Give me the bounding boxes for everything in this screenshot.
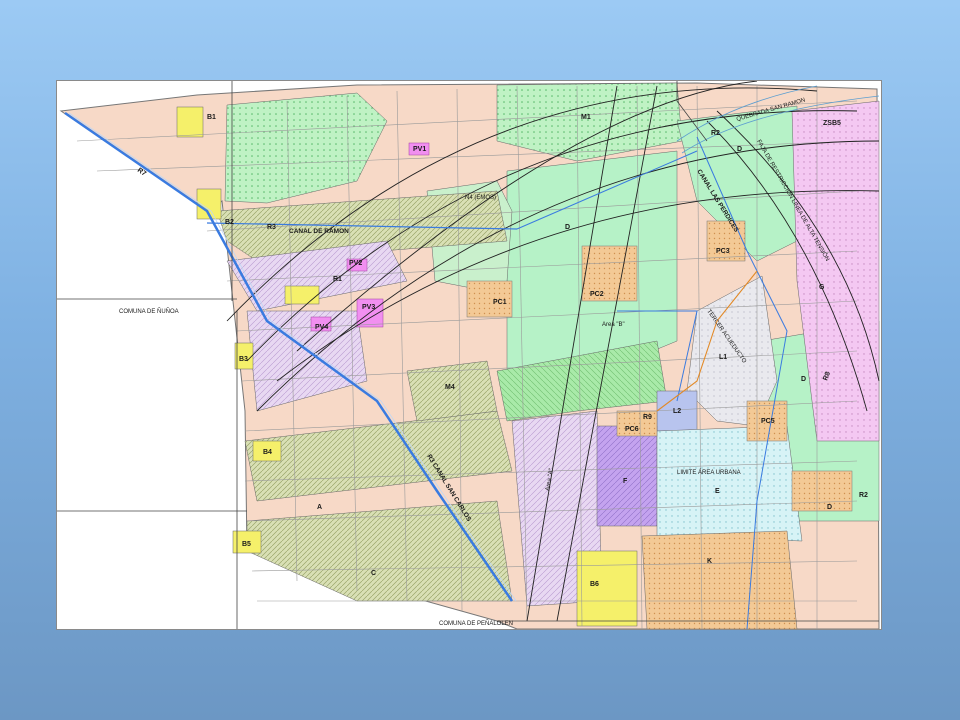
zone-b1: B1 xyxy=(207,114,216,121)
zoning-map: COMUNA DE ÑUÑOA COMUNA DE PEÑALOLEN CANA… xyxy=(56,80,882,630)
zone-m1: M1 xyxy=(581,114,591,121)
zone-f: F xyxy=(623,478,628,485)
zone-pc2: PC2 xyxy=(590,291,604,298)
zone-d4: D xyxy=(827,504,832,511)
zone-g: G xyxy=(819,284,825,291)
zone-b6: B6 xyxy=(590,581,599,588)
zone-zsb5: ZSB5 xyxy=(823,120,841,127)
zone-r2a: R2 xyxy=(711,130,720,137)
zone-pc5: PC5 xyxy=(761,418,775,425)
zone-l2: L2 xyxy=(673,408,681,415)
zone-r1: R1 xyxy=(333,276,342,283)
zone-d1: D xyxy=(565,224,570,231)
area-b-label: Area "B" xyxy=(602,322,625,328)
zone-pc1: PC1 xyxy=(493,299,507,306)
commune-label-south: COMUNA DE PEÑALOLEN xyxy=(439,620,513,627)
canal-ramon-label: CANAL DE RAMON xyxy=(289,228,349,235)
zone-pv4: PV4 xyxy=(315,324,328,331)
emos-label: N4 (EMOS) xyxy=(465,195,496,201)
zone-pv1: PV1 xyxy=(413,146,426,153)
zone-r9: R9 xyxy=(643,414,652,421)
zone-pc3: PC3 xyxy=(716,248,730,255)
zone-b2: B2 xyxy=(225,219,234,226)
zone-k: K xyxy=(707,558,712,565)
zone-d2: D xyxy=(737,146,742,153)
zone-m4: M4 xyxy=(445,384,455,391)
zone-l1: L1 xyxy=(719,354,727,361)
zone-pc6: PC6 xyxy=(625,426,639,433)
zone-b5: B5 xyxy=(242,541,251,548)
zone-d3: D xyxy=(801,376,806,383)
limite-note: LIMITE ÁREA URBANA xyxy=(677,469,741,476)
zone-c: C xyxy=(371,570,376,577)
commune-label-west: COMUNA DE ÑUÑOA xyxy=(119,308,179,315)
zone-a: A xyxy=(317,504,322,511)
zone-r2b: R2 xyxy=(859,492,868,499)
zone-e: E xyxy=(715,488,720,495)
e-zone xyxy=(656,425,803,542)
zone-r3: R3 xyxy=(267,224,276,231)
zone-b3: B3 xyxy=(239,356,248,363)
zone-b4: B4 xyxy=(263,449,272,456)
zone-pv2: PV2 xyxy=(349,260,362,267)
zone-pv3: PV3 xyxy=(362,304,375,311)
